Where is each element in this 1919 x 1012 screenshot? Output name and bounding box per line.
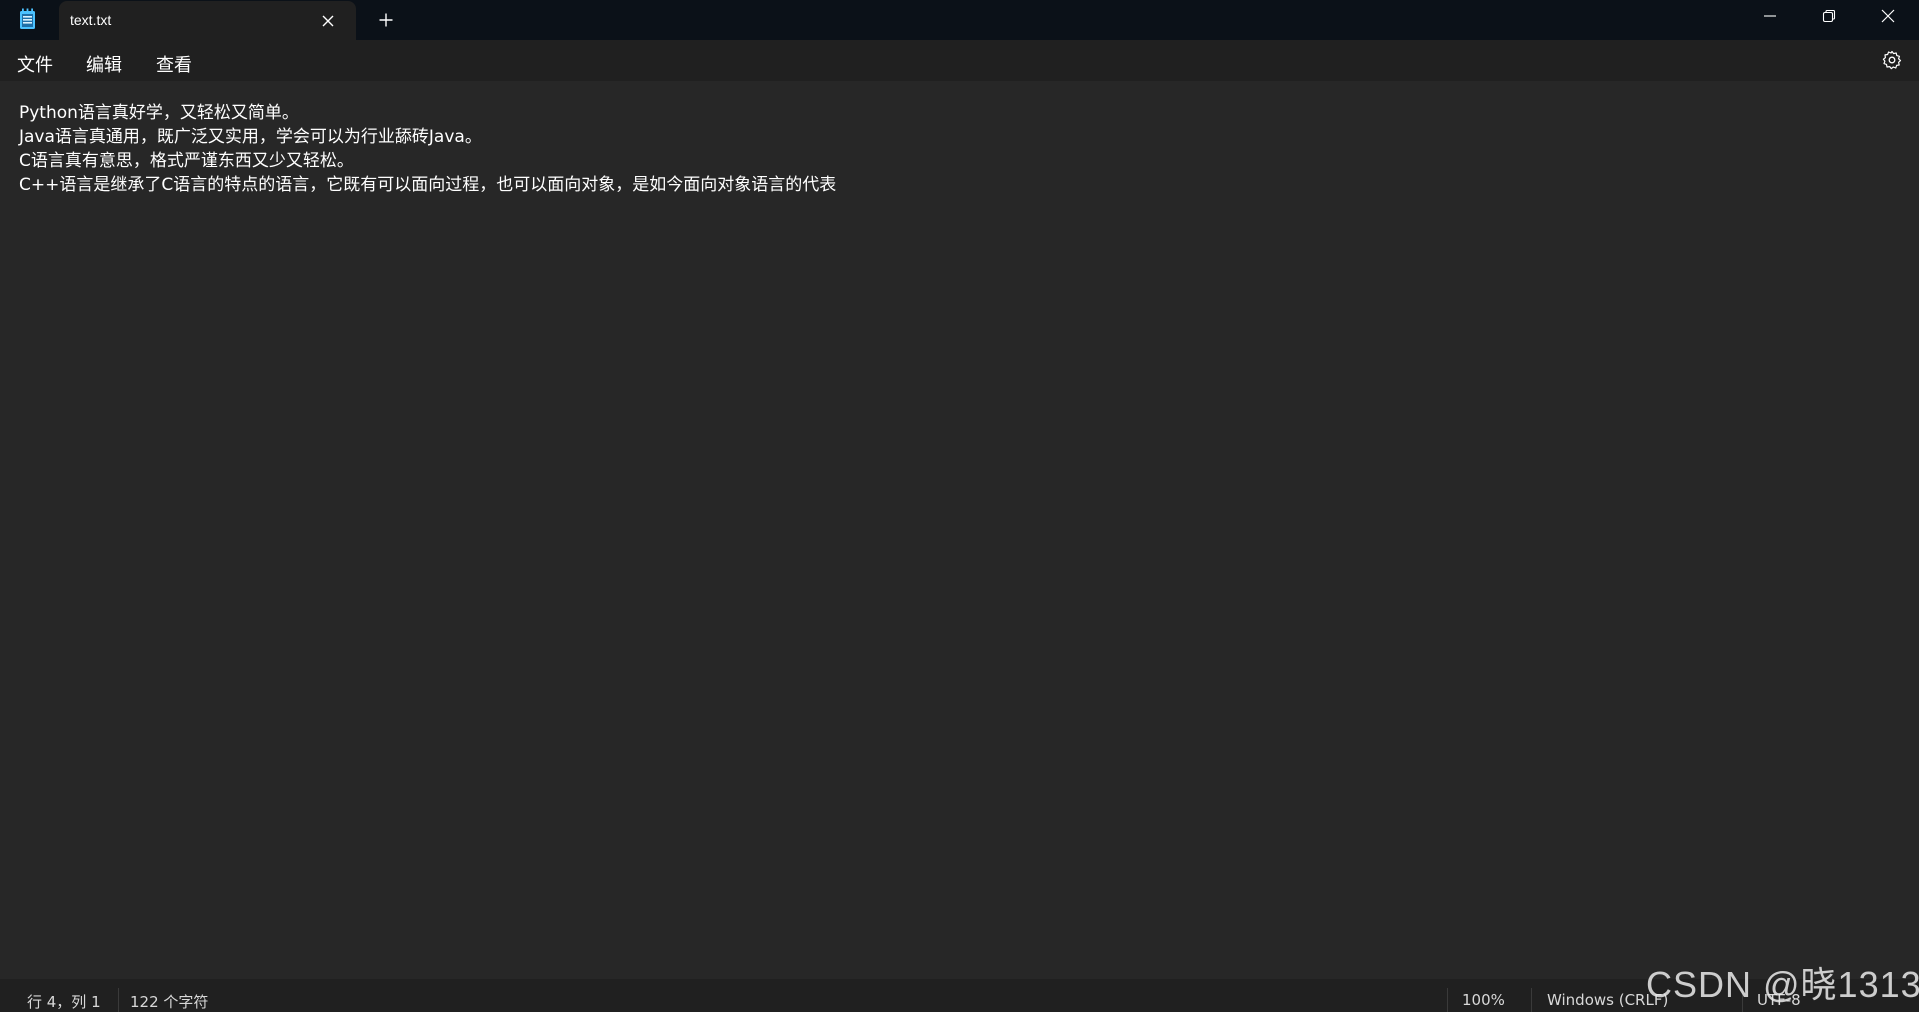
editor-line: Python语言真好学，又轻松又简单。 [19,103,299,123]
title-bar: text.txt [0,0,1919,40]
watermark: CSDN @晓1313 [1646,964,1919,1005]
plus-icon[interactable] [378,12,394,28]
cursor-position: 行 4，列 1 [27,993,101,1011]
menu-view[interactable]: 查看 [156,49,192,79]
editor-content[interactable]: Python语言真好学，又轻松又简单。 Java语言真通用，既广泛又实用，学会可… [19,101,836,197]
gear-icon[interactable] [1882,50,1902,70]
tab-text-txt[interactable]: text.txt [59,1,356,40]
character-count: 122 个字符 [130,993,209,1011]
minimize-icon[interactable] [1762,8,1778,24]
status-divider [1447,988,1448,1012]
menu-file[interactable]: 文件 [17,49,53,79]
status-divider [118,988,119,1012]
status-bar: 行 4，列 1 122 个字符 100% Windows (CRLF) UTF-… [0,979,1919,1012]
menu-edit[interactable]: 编辑 [86,49,122,79]
close-window-icon[interactable] [1880,8,1896,24]
zoom-level[interactable]: 100% [1462,991,1505,1009]
close-icon[interactable] [321,13,335,27]
text-editor[interactable]: Python语言真好学，又轻松又简单。 Java语言真通用，既广泛又实用，学会可… [0,81,1919,979]
restore-icon[interactable] [1821,8,1837,24]
status-divider [1531,988,1532,1012]
notepad-window: text.txt 文件 编辑 查看 Python语言真好学，又轻松又简单。 Ja… [0,0,1919,1012]
editor-line: Java语言真通用，既广泛又实用，学会可以为行业舔砖Java。 [19,127,482,147]
notepad-icon [19,8,36,30]
menu-bar: 文件 编辑 查看 [0,40,1919,81]
tab-title: text.txt [70,12,112,28]
editor-line: C语言真有意思，格式严谨东西又少又轻松。 [19,151,354,171]
editor-line: C++语言是继承了C语言的特点的语言，它既有可以面向过程，也可以面向对象，是如今… [19,175,837,195]
